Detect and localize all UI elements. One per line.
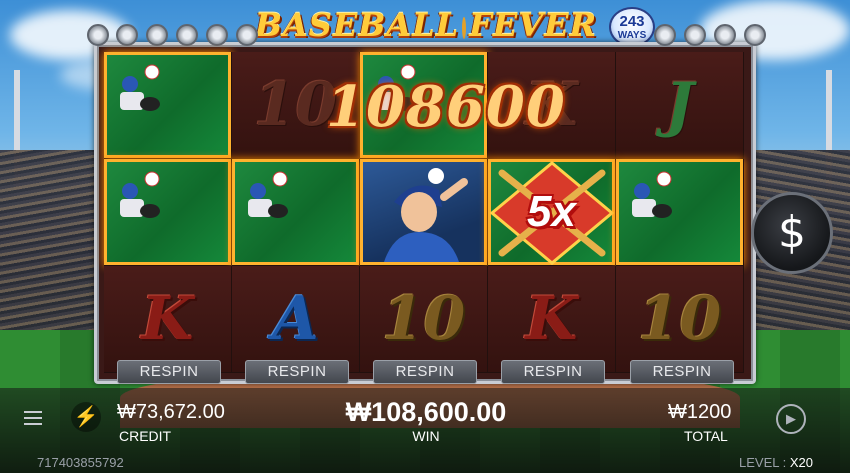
bulb-icon [87, 24, 109, 46]
round-id: 717403855792 [37, 455, 124, 470]
win-value: ₩108,600.00 [345, 397, 507, 427]
reel-cell-pitcher [104, 159, 232, 266]
baseball-icon [462, 17, 467, 39]
reel-cell-10: 10 [360, 266, 488, 373]
reel-cell-k: K [104, 266, 232, 373]
total-bet-label: TOTAL [684, 428, 728, 444]
menu-icon[interactable] [20, 405, 46, 431]
respin-button-reel-4[interactable]: RESPIN [501, 360, 605, 384]
bulb-icon [684, 24, 706, 46]
logo-text-fever: FEVER [469, 6, 598, 44]
reel-cell-j: J [616, 52, 744, 159]
ways-label: WAYS [617, 30, 647, 41]
symbol-k: K [141, 284, 194, 354]
ways-badge: 243 WAYS [609, 7, 655, 47]
reel-cell-pitcher [232, 159, 360, 266]
reel-cell-pitcher [616, 159, 744, 266]
bulb-icon [744, 24, 766, 46]
pitcher-icon [120, 64, 160, 111]
bulb-icon [176, 24, 198, 46]
level-label: LEVEL : [739, 455, 787, 470]
pitcher-icon [632, 171, 672, 218]
credit-value: ₩73,672.00 [117, 401, 225, 423]
bulb-icon [654, 24, 676, 46]
reel-cell-k: K [488, 266, 616, 373]
symbol-a: A [272, 284, 319, 354]
autoplay-icon[interactable]: ▶ [776, 404, 806, 434]
symbol-10: 10 [637, 284, 722, 354]
win-label: WIN [412, 428, 440, 444]
symbol-10: 10 [253, 70, 338, 140]
credit-label: CREDIT [119, 428, 172, 444]
logo-text-baseball: BASEBALL [254, 6, 460, 44]
bolt-icon[interactable]: ⚡ [71, 402, 101, 432]
total-bet-value[interactable]: ₩1200 [668, 401, 731, 424]
bulb-icon [206, 24, 228, 46]
reel-cell-10: 10 [616, 266, 744, 373]
respin-button-reel-5[interactable]: RESPIN [630, 360, 734, 384]
multiplier-text: 5x [527, 187, 576, 236]
symbol-k: K [525, 284, 578, 354]
reel-cell-multiplier: 5x [488, 159, 616, 266]
level-value: X20 [789, 455, 813, 470]
reel-cell-batter [360, 159, 488, 266]
spin-button[interactable]: $ [751, 192, 833, 274]
level-indicator: LEVEL : X20 [739, 455, 813, 470]
pitcher-icon [120, 171, 160, 218]
bulb-icon [116, 24, 138, 46]
symbol-j: J [665, 70, 694, 140]
dollar-icon: $ [778, 207, 806, 258]
batter-icon [383, 168, 468, 262]
win-amount-overlay: 108600 [326, 74, 566, 140]
bulb-icon [146, 24, 168, 46]
reel-cell-pitcher [104, 52, 232, 159]
bulb-icon [236, 24, 258, 46]
bulb-icon [714, 24, 736, 46]
reel-cell-a: A [232, 266, 360, 373]
respin-button-reel-1[interactable]: RESPIN [117, 360, 221, 384]
symbol-10: 10 [381, 284, 466, 354]
respin-button-reel-3[interactable]: RESPIN [373, 360, 477, 384]
respin-button-reel-2[interactable]: RESPIN [245, 360, 349, 384]
ways-number: 243 [619, 13, 645, 30]
pitcher-icon [248, 171, 288, 218]
